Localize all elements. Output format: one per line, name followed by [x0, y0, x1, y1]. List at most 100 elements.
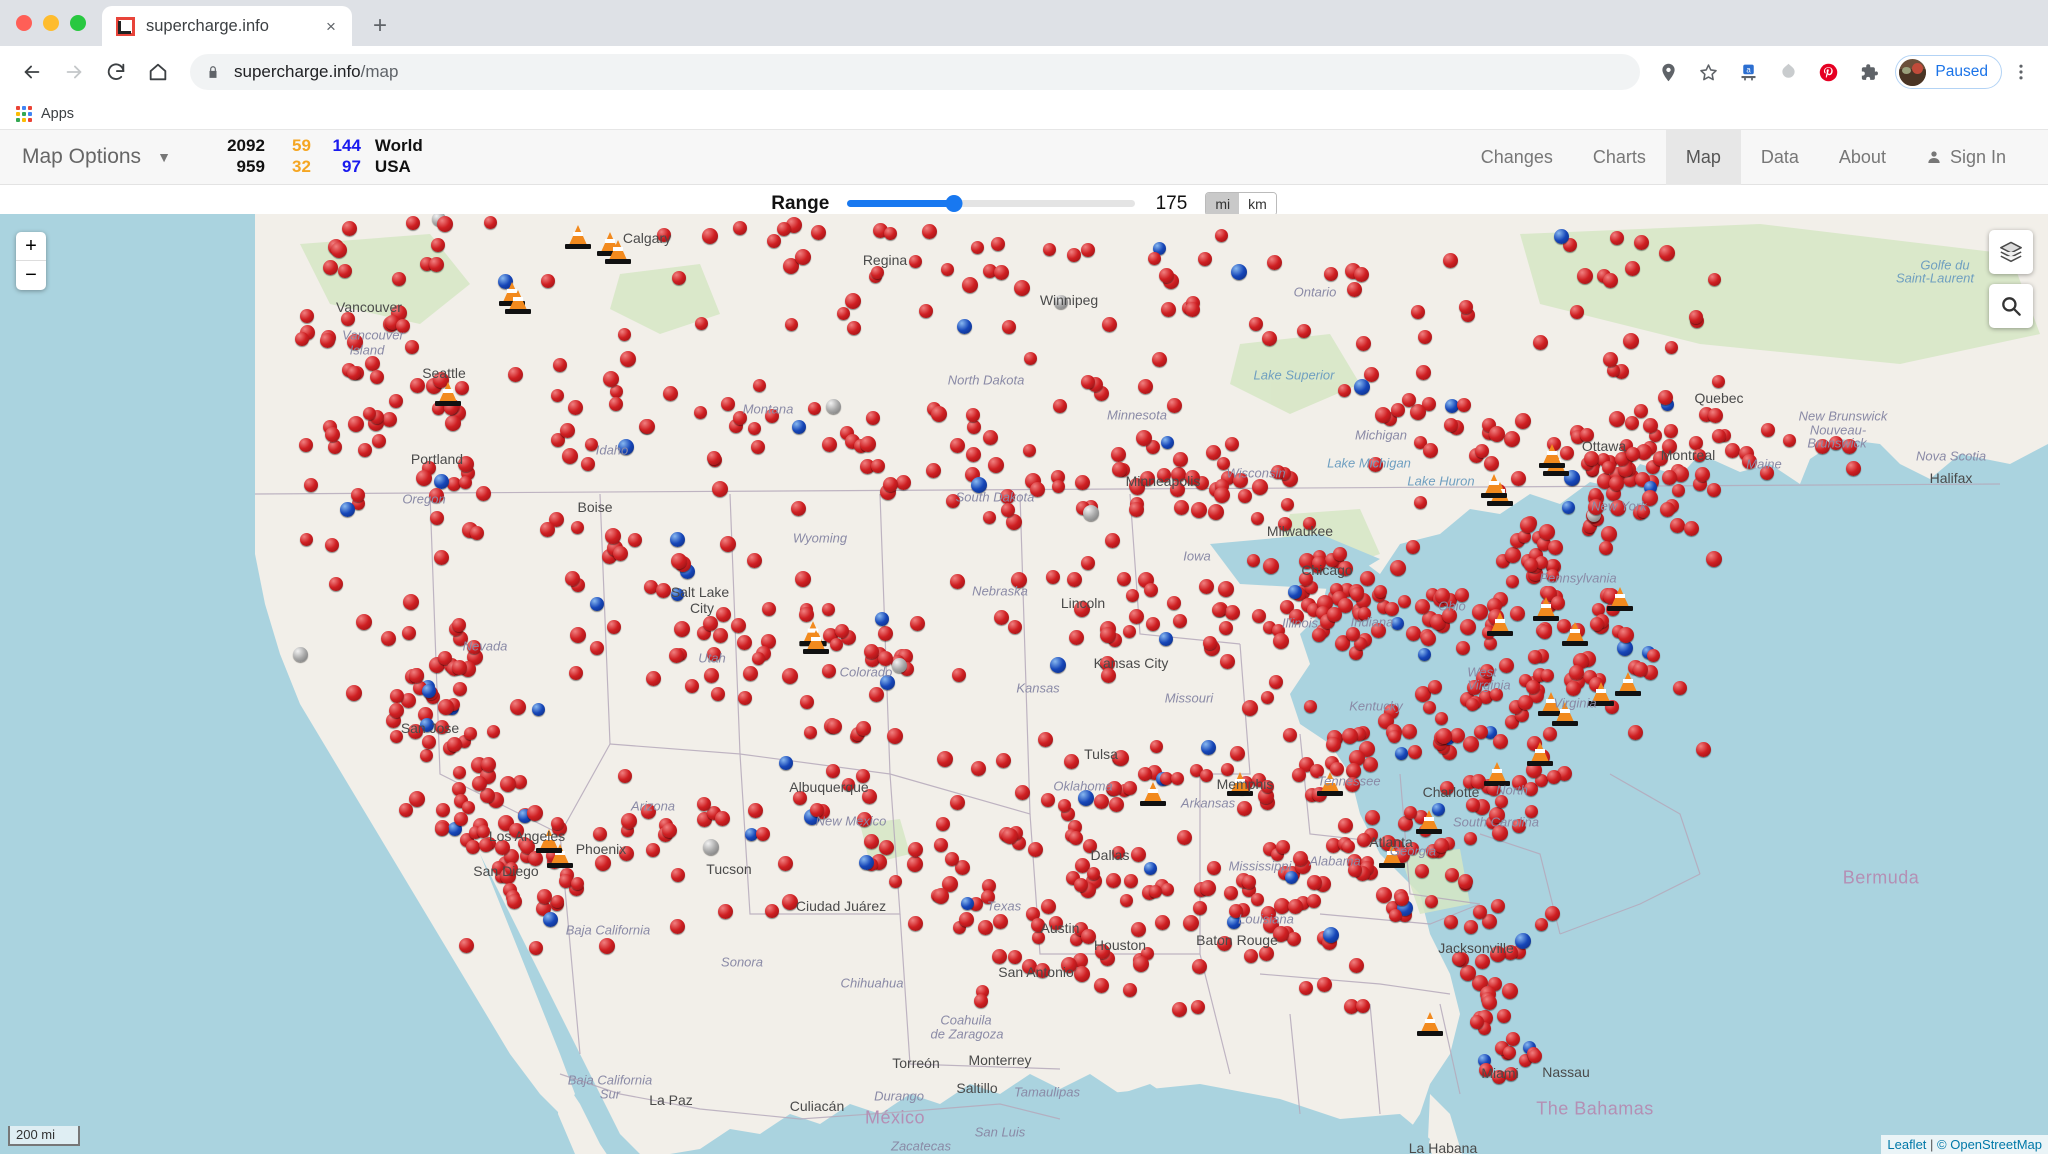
unit-option-mi[interactable]: mi — [1206, 192, 1240, 215]
close-tab-button[interactable]: × — [320, 15, 342, 37]
map-label: Kansas — [1016, 680, 1060, 696]
map-label: Saint-Laurent — [1895, 270, 1975, 286]
kebab-menu-icon[interactable] — [2006, 54, 2036, 90]
pinterest-icon[interactable] — [1810, 54, 1846, 90]
map-search-button[interactable] — [1989, 284, 2033, 328]
browser-tab[interactable]: supercharge.info × — [102, 6, 352, 46]
profile-status-label: Paused — [1935, 63, 1988, 80]
search-magnifier-icon — [2002, 297, 2021, 316]
nav-item-charts[interactable]: Charts — [1573, 130, 1666, 185]
count-permit-usa: 97 — [342, 157, 361, 176]
unit-option-km[interactable]: km — [1239, 192, 1276, 215]
honey-icon[interactable] — [1770, 54, 1806, 90]
map-label: Chihuahua — [840, 975, 904, 991]
map-label: Alabama — [1309, 853, 1361, 869]
map-label: Los Angeles — [488, 828, 566, 844]
layers-stack-icon — [2000, 241, 2022, 263]
close-window-button[interactable] — [16, 15, 32, 31]
leaflet-map[interactable]: Vancouver Vancouver Island Calgary Regina Win… — [0, 214, 2048, 1154]
range-slider-fill — [847, 200, 954, 207]
map-label: Kentucky — [1349, 698, 1403, 714]
map-label: South Carolina — [1453, 814, 1539, 830]
map-label: Calgary — [622, 230, 672, 246]
map-label: Memphis — [1216, 776, 1274, 792]
map-label: Miami — [1481, 1065, 1519, 1081]
url-text: supercharge.info/map — [234, 62, 398, 82]
map-label: New Mexico — [815, 813, 887, 829]
map-label: New York — [1591, 498, 1647, 514]
map-label: Iowa — [1183, 548, 1211, 564]
map-label: Ohio — [1438, 598, 1466, 614]
range-value: 175 — [1155, 192, 1188, 214]
attribution-separator: | — [1926, 1137, 1938, 1152]
map-label: The Bahamas — [1536, 1098, 1654, 1119]
map-label: Indiana — [1350, 614, 1394, 630]
map-label: Dallas — [1090, 847, 1130, 863]
map-label: Culiacán — [789, 1098, 845, 1114]
zoom-in-button[interactable]: + — [16, 232, 46, 261]
map-label: Tennessee — [1317, 773, 1381, 789]
map-label: Zacatecas — [891, 1138, 951, 1154]
browser-toolbar: supercharge.info/map a Paused — [0, 46, 2048, 98]
tab-title: supercharge.info — [146, 16, 269, 35]
profile-button[interactable]: Paused — [1895, 55, 2002, 89]
amazon-assistant-icon[interactable]: a — [1730, 54, 1766, 90]
map-label: Jacksonville — [1438, 940, 1514, 956]
map-label: Tulsa — [1084, 746, 1118, 762]
nav-item-changes[interactable]: Changes — [1461, 130, 1573, 185]
map-label: Halifax — [1929, 470, 1973, 486]
new-tab-button[interactable]: + — [362, 8, 398, 44]
map-label: Bermuda — [1842, 867, 1920, 888]
openstreetmap-link[interactable]: © OpenStreetMap — [1937, 1137, 2042, 1152]
map-label: Ottawa — [1581, 438, 1627, 454]
apps-bookmark-label[interactable]: Apps — [41, 106, 74, 122]
map-label: Montreal — [1660, 447, 1716, 463]
browser-window: supercharge.info × + supercharge.info/ma… — [0, 0, 2048, 1154]
map-label: Brunswick — [1807, 435, 1867, 451]
map-options-dropdown[interactable]: Map Options ▼ — [22, 145, 171, 169]
nav-item-about[interactable]: About — [1819, 130, 1906, 185]
map-label: Baja California — [565, 922, 651, 938]
reload-icon[interactable] — [96, 52, 136, 92]
map-layers-button[interactable] — [1989, 230, 2033, 274]
map-label: Lake Superior — [1253, 367, 1335, 383]
map-attribution: Leaflet | © OpenStreetMap — [1881, 1135, 2048, 1154]
extensions-puzzle-icon[interactable] — [1850, 54, 1886, 90]
count-region-usa: USA — [374, 157, 411, 176]
map-label: Saltillo — [956, 1080, 998, 1096]
map-label: Sur — [599, 1086, 621, 1102]
count-construction-world: 59 — [292, 136, 311, 156]
back-arrow-icon[interactable] — [12, 52, 52, 92]
address-bar[interactable]: supercharge.info/map — [190, 54, 1641, 90]
map-label: Island — [349, 342, 385, 358]
star-icon[interactable] — [1690, 54, 1726, 90]
unit-toggle: mi km — [1205, 191, 1277, 216]
map-zoom-controls: + − — [16, 232, 46, 290]
sign-in-button[interactable]: Sign In — [1906, 130, 2026, 185]
nav-item-map[interactable]: Map — [1665, 129, 1741, 185]
map-label: Phoenix — [575, 841, 627, 857]
map-label: Montana — [742, 401, 794, 417]
map-label: New Brunswick — [1798, 408, 1888, 424]
map-label: Arkansas — [1180, 795, 1236, 811]
toolbar-icons: a Paused — [1650, 54, 2036, 90]
home-icon[interactable] — [138, 52, 178, 92]
range-slider-handle[interactable] — [945, 195, 963, 212]
forward-arrow-icon — [54, 52, 94, 92]
map-label: Houston — [1093, 937, 1147, 953]
nav-item-data[interactable]: Data — [1741, 130, 1819, 185]
zoom-out-button[interactable]: − — [16, 261, 46, 290]
map-label: North Dakota — [947, 372, 1025, 388]
map-label: Durango — [874, 1088, 924, 1104]
range-slider[interactable] — [847, 195, 1136, 212]
person-icon — [1928, 151, 1940, 163]
location-pin-icon[interactable] — [1650, 54, 1686, 90]
map-label: San Jose — [400, 720, 460, 736]
minimize-window-button[interactable] — [43, 15, 59, 31]
count-open-world: 2092 — [227, 136, 265, 156]
map-label: South Dakota — [955, 489, 1035, 505]
map-label: Oklahoma — [1053, 778, 1113, 794]
maximize-window-button[interactable] — [70, 15, 86, 31]
url-path: /map — [360, 62, 399, 81]
leaflet-link[interactable]: Leaflet — [1887, 1137, 1926, 1152]
